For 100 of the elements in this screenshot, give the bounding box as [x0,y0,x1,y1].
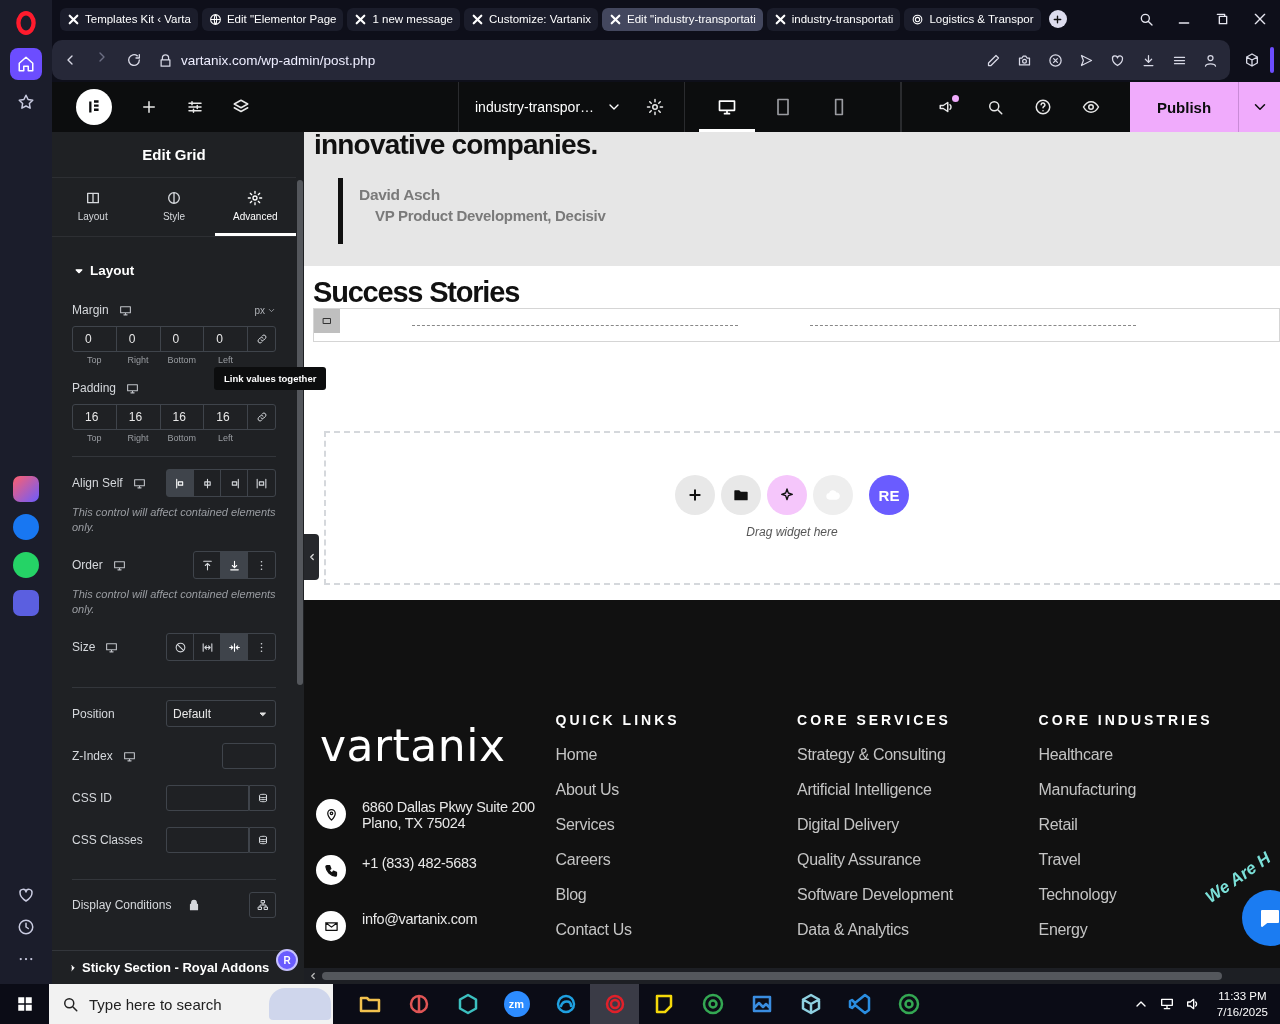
browser-tab[interactable]: industry-transportati [766,7,901,31]
network-icon[interactable] [1158,996,1175,1012]
badge[interactable]: R [276,949,298,971]
section-toggle[interactable]: Layout [72,263,135,278]
text-input[interactable] [166,827,249,853]
footer-link[interactable]: Software Development [797,886,953,904]
order-last-icon [227,558,241,572]
template-button[interactable]: RE [869,475,909,515]
browser-tab[interactable]: Edit "industry-transportati [602,7,763,31]
text-input[interactable] [222,743,276,769]
grid-handle-icon[interactable] [314,309,340,333]
footer-link[interactable]: Energy [1038,921,1088,939]
unit-dropdown[interactable]: px [254,304,276,316]
footer-link[interactable]: Artificial Intelligence [797,781,932,799]
windows-logo-icon[interactable] [16,995,34,1013]
add-icon[interactable] [140,98,158,116]
messenger-icon[interactable] [13,514,39,540]
responsive-icon[interactable] [126,381,140,395]
scrollbar-thumb[interactable] [322,972,1222,980]
footer-link[interactable]: Healthcare [1038,746,1113,764]
browser-tab[interactable]: Customize: Vartanix [464,7,599,31]
user-icon[interactable] [1203,52,1218,68]
cube-icon[interactable] [1244,52,1260,68]
responsive-icon[interactable] [112,558,126,572]
preview-icon[interactable] [1082,98,1100,116]
publish-button[interactable]: Publish [1130,82,1238,132]
dynamic-tags-button[interactable] [249,785,276,811]
footer-link[interactable]: Home [555,746,598,764]
footer-link[interactable]: About Us [555,781,619,799]
shield-icon[interactable] [1048,52,1063,68]
help-icon[interactable] [1034,98,1052,116]
position-select[interactable]: Default [166,700,276,727]
browser-tab[interactable]: Logistics & Transpor [904,7,1041,31]
scroll-left-icon[interactable] [308,971,318,981]
conditions-button[interactable] [249,892,276,918]
elementor-logo-icon[interactable] [76,89,112,125]
tooltip: Link values together [214,367,327,390]
folder-button[interactable] [721,475,761,515]
footer-link[interactable]: Data & Analytics [797,921,909,939]
taskbar-clock[interactable]: 11:33 PM 7/16/2025 [1210,988,1280,1020]
panel-tab[interactable]: Style [133,178,215,236]
send-icon[interactable] [1079,52,1094,68]
sparkle-button[interactable] [767,475,807,515]
responsive-icon[interactable] [118,303,132,317]
control-label: Order [72,558,103,572]
music-app-icon[interactable] [13,590,39,616]
brand-logo[interactable]: vartanix [320,720,556,771]
responsive-icon[interactable] [105,640,119,654]
restore-icon[interactable] [1214,11,1230,27]
whatsapp-icon[interactable] [13,552,39,578]
text-input[interactable] [166,785,249,811]
close-icon[interactable] [1252,11,1268,27]
reload-icon[interactable] [126,52,142,68]
settings-sliders-icon[interactable] [186,98,204,116]
footer-link[interactable]: Manufacturing [1038,781,1136,799]
download-icon[interactable] [1141,52,1156,68]
heart-icon[interactable] [1110,52,1125,68]
footer-link[interactable]: Travel [1038,851,1081,869]
dynamic-tags-button[interactable] [249,827,276,853]
panel-tab[interactable]: Layout [52,178,134,236]
footer-link[interactable]: Blog [555,886,587,904]
url-text[interactable]: vartanix.com/wp-admin/post.php [181,52,376,68]
caret-icon [68,962,78,973]
footer-link[interactable]: Quality Assurance [797,851,921,869]
align-start-option[interactable] [167,470,194,496]
settings-icon[interactable] [646,98,665,116]
document-title-dropdown[interactable]: industry-transpor… [475,99,623,115]
browser-tab[interactable]: Templates Kit ‹ Varta [60,7,198,31]
search-icon[interactable] [1138,11,1154,27]
control-label: Padding [72,381,117,395]
opera-logo-icon[interactable] [13,10,39,36]
camera-icon[interactable] [1017,52,1032,68]
browser-tab[interactable]: Edit "Elementor Page [201,7,344,31]
history-icon[interactable] [17,918,35,936]
responsive-icon[interactable] [132,476,146,490]
search-icon[interactable] [986,98,1004,116]
contrast-icon [166,189,182,206]
footer-link[interactable]: Retail [1038,816,1078,834]
taskbar-search-field[interactable]: Type here to search [49,984,333,1024]
address-bar[interactable]: vartanix.com/wp-admin/post.php [52,40,1230,80]
responsive-icon[interactable] [122,749,136,763]
shrink-option[interactable] [221,634,248,660]
collapse-panel-button[interactable] [304,534,319,580]
footer-link[interactable]: Careers [555,851,611,869]
section-toggle[interactable]: Sticky Section - Royal Addons [68,960,270,975]
sidebar-toggle[interactable] [1270,47,1274,73]
footer-link[interactable]: Strategy & Consulting [797,746,946,764]
heart-icon[interactable] [17,886,35,904]
footer-link[interactable]: Contact Us [555,921,632,939]
order-last-option[interactable] [221,552,248,578]
new-tab-button[interactable] [1048,10,1067,28]
browser-tab[interactable]: 1 new message [347,7,460,31]
edit-icon[interactable] [986,52,1001,68]
home-button[interactable] [10,48,42,80]
drop-zone[interactable]: RE Drag widget here [324,431,1280,585]
footer-link[interactable]: Digital Delivery [797,816,899,834]
plus-button[interactable] [675,475,715,515]
aria-app-icon[interactable] [13,476,39,502]
footer-link[interactable]: Technology [1038,886,1117,904]
footer-link[interactable]: Services [555,816,615,834]
